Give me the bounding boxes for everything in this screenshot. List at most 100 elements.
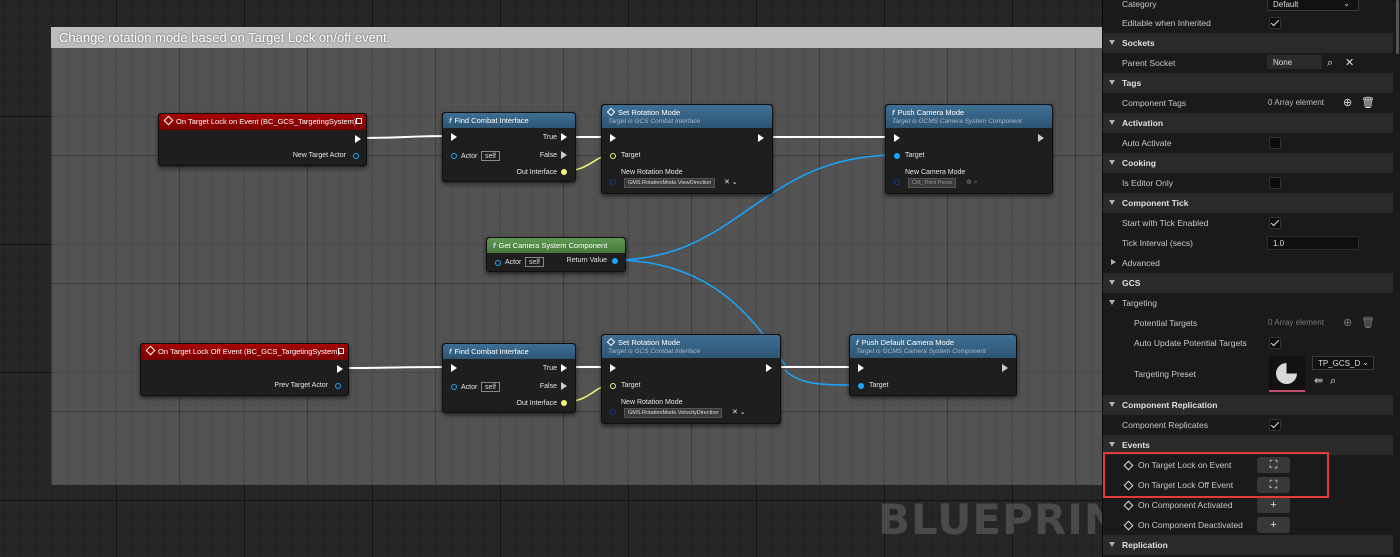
interface-out-pin[interactable] — [561, 400, 567, 406]
target-in-pin[interactable] — [610, 153, 616, 159]
actor-in-pin[interactable] — [451, 384, 457, 390]
section-activation[interactable]: Activation — [1103, 113, 1393, 133]
push-camera-mode-node[interactable]: f Push Camera Mode Target is GCMS Camera S… — [885, 104, 1053, 194]
camera-mode-in-pin[interactable] — [894, 179, 900, 185]
array-count: 0 Array element — [1268, 98, 1325, 107]
tick-interval-input[interactable]: 1.0 — [1267, 236, 1359, 250]
category-select[interactable]: Default ⌄ — [1267, 0, 1359, 11]
delete-all-icon[interactable]: 🗑 — [1361, 317, 1375, 329]
self-input[interactable]: self — [481, 382, 500, 392]
event-node-lock-off[interactable]: On Target Lock Off Event (BC_GCS_Targeti… — [140, 343, 349, 396]
node-title: Push Default Camera Mode — [861, 338, 955, 347]
pin-label: New Rotation Mode — [621, 169, 683, 176]
exec-in-pin[interactable] — [610, 134, 616, 142]
find-combat-interface-node[interactable]: f Find Combat Interface True Actor self F… — [442, 343, 576, 413]
object-out-pin[interactable] — [353, 153, 359, 159]
actor-in-pin[interactable] — [495, 260, 501, 266]
clear-icon[interactable]: ✕ — [1345, 57, 1354, 69]
exec-in-pin[interactable] — [610, 364, 616, 372]
pin-label: True — [542, 134, 557, 141]
exec-in-pin[interactable] — [451, 364, 457, 372]
auto-activate-checkbox[interactable] — [1269, 137, 1281, 149]
exec-in-pin[interactable] — [858, 364, 864, 372]
targeting-preset-select[interactable]: TP_GCS_D ⌄ — [1312, 356, 1374, 370]
exec-out-pin[interactable] — [355, 135, 361, 143]
camera-mode-select[interactable]: CM_Third Perso — [908, 178, 957, 188]
object-out-pin[interactable] — [335, 383, 341, 389]
browse-socket-icon[interactable]: ⌕ — [1327, 57, 1333, 69]
set-rotation-mode-node[interactable]: Set Rotation Mode Target is GCS Combat In… — [601, 334, 781, 424]
collapse-arrow-icon — [1109, 542, 1115, 547]
self-input[interactable]: self — [525, 257, 544, 267]
auto-update-row: Auto Update Potential Targets — [1103, 333, 1393, 353]
rotation-mode-select[interactable]: GMS.RotationMode.ViewDirection — [624, 178, 716, 188]
exec-in-pin[interactable] — [894, 134, 900, 142]
exec-out-true-pin[interactable] — [561, 133, 567, 141]
graph-wires — [345, 135, 897, 403]
add-element-icon[interactable]: ⊕ — [1343, 97, 1352, 109]
enum-in-pin[interactable] — [610, 179, 616, 185]
delegate-pin-icon[interactable] — [338, 348, 344, 354]
pie-icon — [1276, 363, 1297, 384]
section-sockets[interactable]: Sockets — [1103, 33, 1393, 53]
exec-out-pin[interactable] — [758, 134, 764, 142]
browse-asset-icon[interactable]: ⌕ — [1330, 375, 1336, 387]
parent-socket-field[interactable]: None — [1267, 55, 1322, 69]
set-rotation-mode-node[interactable]: Set Rotation Mode Target is GCS Combat In… — [601, 104, 773, 194]
return-value-pin[interactable] — [612, 258, 618, 264]
exec-wire — [361, 135, 449, 139]
exec-out-pin[interactable] — [1002, 364, 1008, 372]
section-cooking[interactable]: Cooking — [1103, 153, 1393, 173]
actor-in-pin[interactable] — [451, 153, 457, 159]
targeting-row[interactable]: Targeting — [1103, 293, 1393, 313]
delegate-pin-icon[interactable] — [356, 118, 362, 124]
auto-activate-row: Auto Activate — [1103, 133, 1393, 153]
clear-icon[interactable]: ✕ ⌄ — [724, 178, 738, 186]
row-label: Editable when Inherited — [1122, 18, 1211, 28]
panel-scrollbar[interactable] — [1396, 0, 1399, 54]
section-gcs[interactable]: GCS — [1103, 273, 1393, 293]
section-component-tick[interactable]: Component Tick — [1103, 193, 1393, 213]
exec-out-pin[interactable] — [337, 365, 343, 373]
interface-out-pin[interactable] — [561, 169, 567, 175]
start-tick-checkbox[interactable] — [1269, 217, 1281, 229]
enum-in-pin[interactable] — [610, 409, 616, 415]
push-default-camera-mode-node[interactable]: f Push Default Camera Mode Target is GCMS … — [849, 334, 1017, 396]
target-in-pin[interactable] — [858, 383, 864, 389]
self-input[interactable]: self — [481, 151, 500, 161]
rotation-mode-select[interactable]: GMS.RotationMode.VelocityDirection — [624, 408, 723, 418]
exec-out-pin[interactable] — [766, 364, 772, 372]
target-in-pin[interactable] — [610, 383, 616, 389]
event-label: On Component Activated — [1138, 500, 1233, 510]
find-combat-interface-node[interactable]: f Find Combat Interface True Actor self F… — [442, 112, 576, 182]
add-element-icon[interactable]: ⊕ — [1343, 317, 1352, 329]
add-event-button[interactable]: + — [1257, 497, 1290, 513]
row-label: Start with Tick Enabled — [1122, 218, 1209, 228]
advanced-row[interactable]: Advanced — [1103, 253, 1393, 273]
exec-out-false-pin[interactable] — [561, 151, 567, 159]
use-selected-icon[interactable]: ⇚ — [1314, 375, 1323, 387]
get-camera-system-component-node[interactable]: f Get Camera System Component Actor self … — [486, 237, 626, 272]
exec-out-true-pin[interactable] — [561, 364, 567, 372]
preset-thumbnail[interactable] — [1269, 356, 1305, 392]
blueprint-graph[interactable]: Change rotation mode based on Target Loc… — [0, 0, 1149, 557]
component-replicates-checkbox[interactable] — [1269, 419, 1281, 431]
asset-picker-icon[interactable]: ⊕ ⌕ — [966, 178, 978, 187]
editable-checkbox[interactable] — [1269, 17, 1281, 29]
parent-socket-row: Parent Socket None ⌕ ✕ — [1103, 53, 1393, 73]
editor-only-checkbox[interactable] — [1269, 177, 1281, 189]
auto-update-checkbox[interactable] — [1269, 337, 1281, 349]
target-in-pin[interactable] — [894, 153, 900, 159]
section-component-replication[interactable]: Component Replication — [1103, 395, 1393, 415]
delete-all-icon[interactable]: 🗑 — [1361, 97, 1375, 109]
exec-out-false-pin[interactable] — [561, 382, 567, 390]
pin-label: Target — [621, 382, 641, 389]
section-tags[interactable]: Tags — [1103, 73, 1393, 93]
exec-in-pin[interactable] — [451, 133, 457, 141]
event-node-lock-on[interactable]: On Target Lock on Event (BC_GCS_Targetin… — [158, 113, 367, 166]
add-event-button[interactable]: + — [1257, 517, 1290, 533]
exec-out-pin[interactable] — [1038, 134, 1044, 142]
clear-icon[interactable]: ✕ ⌄ — [732, 408, 746, 416]
message-icon — [606, 107, 616, 117]
section-replication[interactable]: Replication — [1103, 535, 1393, 555]
